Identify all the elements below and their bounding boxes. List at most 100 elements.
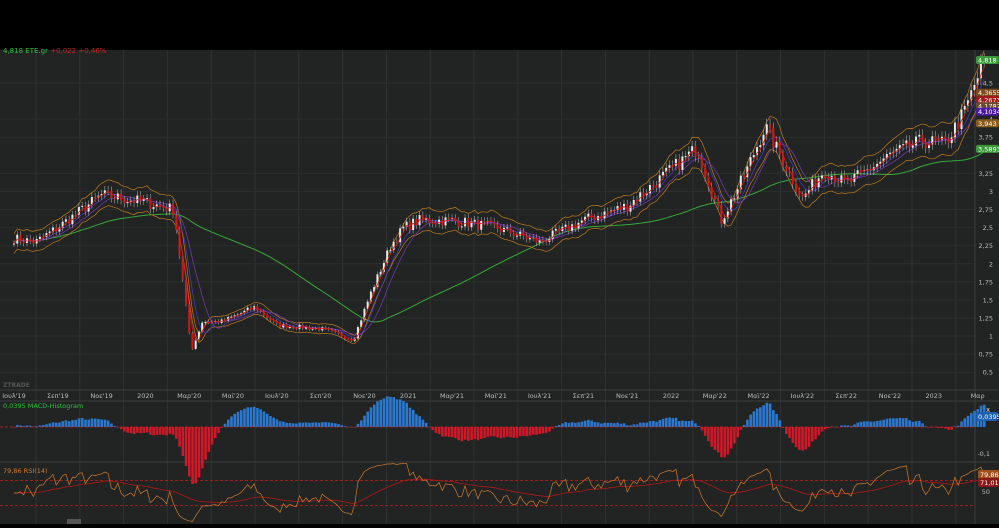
- macd-bar: [80, 417, 84, 427]
- macd-bar: [197, 427, 201, 478]
- candle-body: [564, 224, 567, 227]
- candle-body: [123, 200, 126, 204]
- macd-bar: [888, 418, 892, 427]
- macd-bar: [324, 422, 327, 427]
- date-tick-label: Μαρ: [971, 392, 985, 400]
- macd-bar: [733, 427, 736, 444]
- macd-bar: [441, 427, 444, 437]
- macd-bar: [632, 424, 636, 427]
- macd-bar: [564, 422, 568, 427]
- candle-body: [438, 219, 441, 224]
- macd-bar: [321, 422, 324, 427]
- macd-bar: [411, 409, 415, 427]
- macd-bar: [765, 402, 769, 427]
- macd-bar: [914, 421, 918, 427]
- macd-bar: [84, 419, 87, 427]
- macd-bar: [152, 427, 155, 436]
- macd-bar: [132, 427, 136, 435]
- macd-bar: [175, 427, 178, 439]
- macd-bar: [525, 427, 529, 437]
- macd-bar: [645, 422, 649, 427]
- macd-bar: [372, 404, 376, 427]
- macd-bar: [392, 397, 396, 427]
- candle-body: [918, 134, 921, 137]
- macd-bar: [97, 418, 100, 427]
- macd-bar: [165, 427, 168, 436]
- candle-body: [483, 220, 486, 222]
- macd-bar: [502, 427, 506, 438]
- macd-bar: [191, 427, 194, 485]
- macd-bar: [126, 427, 129, 433]
- macd-bar: [882, 419, 885, 427]
- chart-canvas[interactable]: 4,543,753,2532,752,52,2521,751,51,2510,7…: [0, 0, 999, 524]
- price-label-text: 3,5893: [978, 145, 999, 153]
- date-tick-label: 2023: [926, 392, 943, 400]
- macd-bar: [755, 408, 759, 427]
- macd-tick: -0,1: [977, 450, 990, 458]
- macd-bar: [918, 420, 921, 427]
- macd-bar: [223, 423, 227, 427]
- macd-bar: [616, 422, 619, 427]
- candle-body: [846, 179, 849, 181]
- macd-bar: [217, 427, 220, 433]
- macd-bar: [687, 420, 691, 427]
- macd-bar: [389, 396, 392, 427]
- macd-bar: [684, 421, 688, 427]
- macd-bar: [359, 420, 363, 427]
- chart-background: [0, 50, 999, 524]
- macd-bar: [729, 427, 733, 449]
- price-tick-label: 1,75: [979, 278, 993, 286]
- candle-body: [447, 217, 450, 219]
- candle-body: [136, 195, 139, 203]
- macd-bar: [304, 422, 308, 427]
- macd-bar: [505, 427, 509, 437]
- candle-body: [301, 324, 304, 329]
- macd-bar: [892, 418, 895, 427]
- macd-bar: [376, 401, 379, 427]
- date-tick-label: Νοε'21: [616, 392, 638, 400]
- macd-bar: [100, 419, 104, 427]
- scrollbar-thumb[interactable]: [67, 519, 81, 524]
- macd-bar: [142, 427, 146, 433]
- macd-bar: [93, 418, 97, 427]
- macd-bar: [895, 418, 898, 427]
- date-tick-label: Σεπ'20: [310, 392, 332, 400]
- candle-body: [473, 219, 476, 222]
- candle-body: [840, 175, 843, 183]
- macd-bar: [265, 413, 269, 427]
- macd-bar: [655, 421, 658, 427]
- macd-bar: [74, 419, 78, 427]
- macd-bar: [853, 424, 856, 427]
- candle-body: [713, 197, 716, 200]
- candle-body: [515, 235, 518, 237]
- macd-bar: [600, 423, 603, 427]
- candle-body: [772, 128, 775, 148]
- macd-bar: [87, 419, 91, 427]
- candle-body: [684, 156, 687, 158]
- macd-bar: [746, 419, 749, 427]
- macd-bar: [480, 427, 483, 439]
- date-tick-label: Νοε'20: [353, 392, 375, 400]
- price-tick-label: 4,5: [983, 80, 993, 88]
- candle-body: [915, 136, 918, 146]
- candle-body: [652, 185, 655, 187]
- macd-bar: [707, 427, 710, 442]
- macd-bar: [609, 422, 613, 427]
- date-tick-label: Μαρ'22: [703, 392, 727, 400]
- macd-bar: [259, 409, 262, 427]
- macd-bar: [567, 422, 571, 427]
- date-tick-label: Μαϊ'22: [748, 392, 770, 400]
- macd-bar: [762, 405, 765, 427]
- date-tick-label: Νοε'19: [90, 392, 112, 400]
- macd-bar: [379, 399, 383, 427]
- price-tick-label: 2: [989, 260, 993, 268]
- candle-body: [431, 223, 434, 225]
- date-tick-label: Μαϊ'21: [485, 392, 507, 400]
- macd-bar: [67, 421, 71, 427]
- macd-bar: [947, 427, 950, 431]
- candle-body: [798, 191, 801, 196]
- macd-bar: [794, 427, 798, 448]
- price-tick-label: 1,5: [983, 296, 993, 304]
- price-label-text: 4,1034: [978, 108, 999, 116]
- macd-bar: [901, 418, 905, 427]
